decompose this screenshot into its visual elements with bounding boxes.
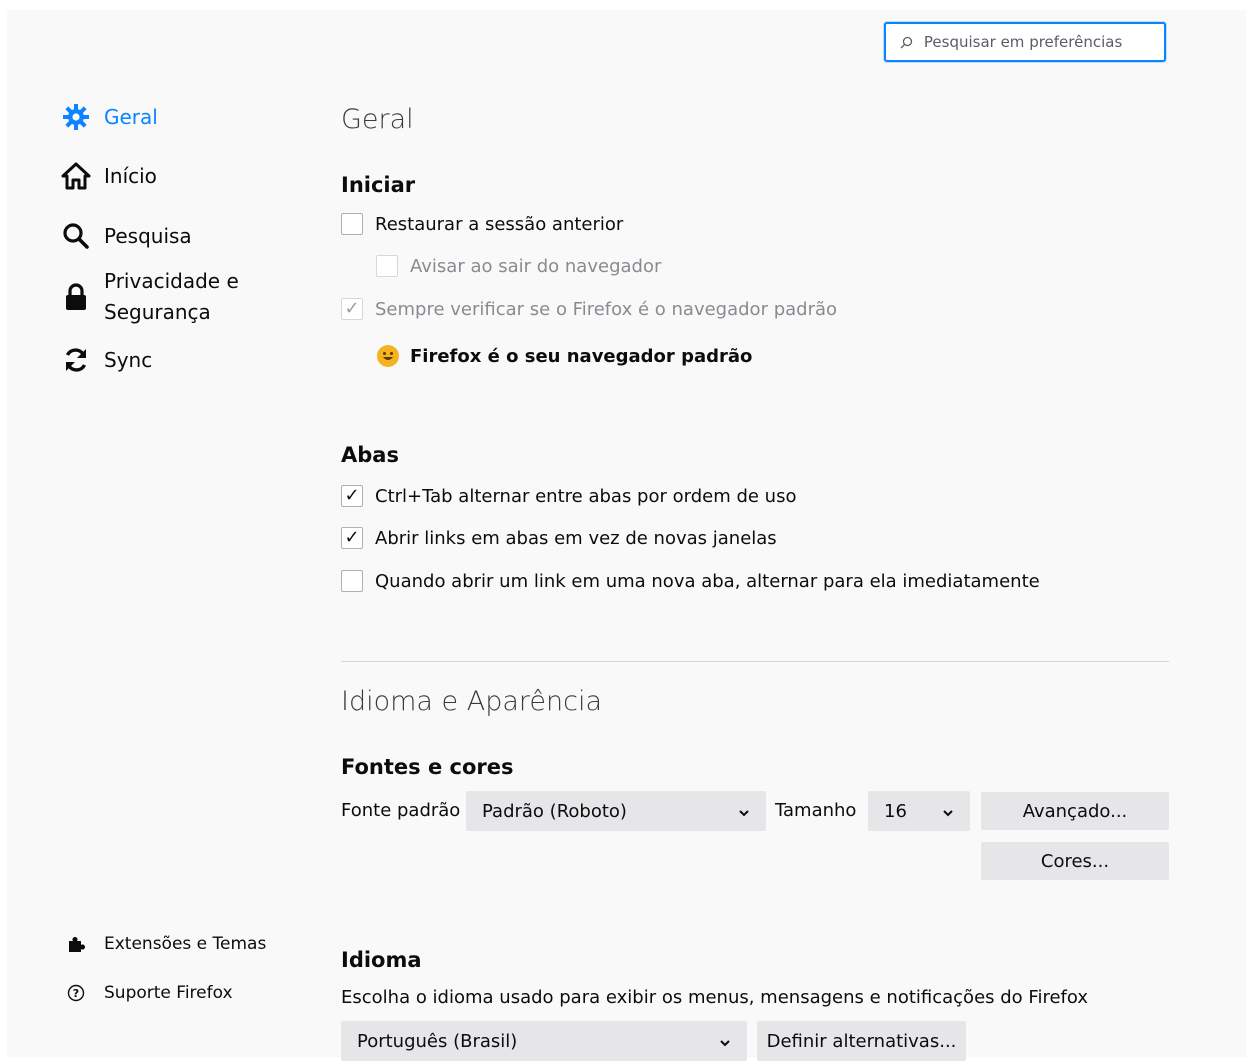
fonts-colors-heading: Fontes e cores	[341, 755, 514, 779]
sidebar-item-sync[interactable]: Sync	[60, 344, 152, 376]
sidebar-item-label: Privacidade e	[104, 269, 239, 293]
warn-on-quit-option[interactable]: Avisar ao sair do navegador	[376, 255, 661, 277]
startup-heading: Iniciar	[341, 173, 416, 197]
language-appearance-title: Idioma e Aparência	[341, 686, 603, 717]
default-browser-status-label: Firefox é o seu navegador padrão	[410, 345, 753, 367]
set-alternatives-button[interactable]: Definir alternativas...	[757, 1021, 966, 1061]
tabs-heading: Abas	[341, 443, 399, 467]
language-select[interactable]: Português (Brasil)	[341, 1021, 747, 1061]
warn-on-quit-checkbox[interactable]	[376, 255, 398, 277]
search-field[interactable]	[884, 22, 1166, 62]
page-title: Geral	[341, 104, 414, 135]
open-links-in-tabs-label: Abrir links em abas em vez de novas jane…	[375, 527, 777, 549]
font-size-value: 16	[884, 800, 907, 822]
sidebar-footer-label: Extensões e Temas	[104, 934, 267, 954]
magnifier-icon	[60, 220, 92, 252]
default-browser-check-label: Sempre verificar se o Firefox é o navega…	[375, 298, 838, 320]
lock-icon	[60, 281, 92, 313]
default-font-value: Padrão (Roboto)	[482, 800, 627, 822]
sidebar-item-privacy[interactable]: Privacidade e Segurança	[60, 266, 239, 328]
sidebar-item-label: Geral	[104, 105, 158, 129]
open-links-in-tabs-checkbox[interactable]: ✓	[341, 527, 363, 549]
chevron-down-icon	[942, 803, 954, 824]
search-icon	[900, 35, 914, 49]
help-icon: ?	[64, 981, 88, 1005]
ctrl-tab-label: Ctrl+Tab alternar entre abas por ordem d…	[375, 485, 797, 507]
sidebar-item-label: Início	[104, 164, 157, 188]
default-font-select[interactable]: Padrão (Roboto)	[466, 791, 766, 831]
font-size-label: Tamanho	[775, 800, 857, 821]
section-divider	[341, 661, 1169, 662]
search-input[interactable]	[921, 32, 1164, 52]
restore-session-label: Restaurar a sessão anterior	[375, 213, 624, 235]
sidebar-item-label: Sync	[104, 348, 153, 372]
switch-to-new-tab-checkbox[interactable]	[341, 570, 363, 592]
chevron-down-icon	[738, 803, 750, 824]
sidebar-extensions-themes[interactable]: Extensões e Temas	[64, 932, 266, 956]
warn-on-quit-label: Avisar ao sair do navegador	[410, 255, 662, 277]
ctrl-tab-option[interactable]: ✓ Ctrl+Tab alternar entre abas por ordem…	[341, 485, 796, 507]
ctrl-tab-checkbox[interactable]: ✓	[341, 485, 363, 507]
gear-icon	[60, 101, 92, 133]
default-font-label: Fonte padrão	[341, 800, 461, 821]
switch-to-new-tab-label: Quando abrir um link em uma nova aba, al…	[375, 570, 1040, 592]
home-icon	[60, 160, 92, 192]
default-browser-check-option[interactable]: ✓ Sempre verificar se o Firefox é o nave…	[341, 298, 837, 320]
sync-icon	[60, 344, 92, 376]
default-browser-checkbox[interactable]: ✓	[341, 298, 363, 320]
language-description: Escolha o idioma usado para exibir os me…	[341, 987, 1088, 1008]
restore-session-option[interactable]: Restaurar a sessão anterior	[341, 213, 623, 235]
chevron-down-icon	[719, 1033, 731, 1054]
restore-session-checkbox[interactable]	[341, 213, 363, 235]
language-value: Português (Brasil)	[357, 1030, 518, 1052]
sidebar-footer-label: Suporte Firefox	[104, 983, 233, 1003]
sidebar-item-label: Pesquisa	[104, 224, 192, 248]
sidebar-item-label-line2: Segurança	[104, 300, 211, 324]
advanced-fonts-button[interactable]: Avançado...	[981, 792, 1169, 830]
puzzle-icon	[64, 932, 88, 956]
smiley-icon	[376, 344, 400, 368]
font-size-select[interactable]: 16	[868, 791, 970, 831]
language-heading: Idioma	[341, 948, 422, 972]
sidebar-item-search[interactable]: Pesquisa	[60, 220, 192, 252]
sidebar-firefox-support[interactable]: ? Suporte Firefox	[64, 981, 233, 1005]
sidebar-item-general[interactable]: Geral	[60, 101, 158, 133]
sidebar-item-home[interactable]: Início	[60, 160, 157, 192]
default-browser-status: Firefox é o seu navegador padrão	[376, 344, 752, 368]
switch-to-new-tab-option[interactable]: Quando abrir um link em uma nova aba, al…	[341, 570, 1040, 592]
svg-text:?: ?	[73, 987, 79, 1000]
colors-button[interactable]: Cores...	[981, 842, 1169, 880]
open-links-in-tabs-option[interactable]: ✓ Abrir links em abas em vez de novas ja…	[341, 527, 777, 549]
